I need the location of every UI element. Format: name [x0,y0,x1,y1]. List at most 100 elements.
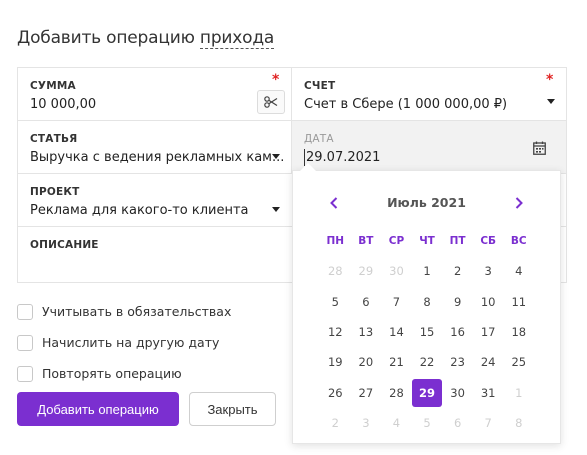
weekday-label: ЧТ [419,235,435,248]
calendar-day-selected[interactable]: 29 [412,378,443,407]
operation-type-toggle[interactable]: прихода [199,28,274,49]
chevron-down-icon [272,154,280,159]
calendar-day[interactable]: 27 [351,379,382,407]
chevron-down-icon [272,207,280,212]
weekday-label: ПТ [449,235,466,248]
calendar-day[interactable]: 18 [503,318,534,346]
calendar-day[interactable]: 7 [473,409,504,437]
weekday-label: СБ [480,235,497,248]
calendar-day[interactable]: 5 [412,409,443,437]
category-select[interactable]: СТАТЬЯ Выручка с ведения рекламных кам..… [17,120,292,174]
required-marker: * [272,72,280,88]
calendar-day[interactable]: 31 [473,379,504,407]
scissors-icon [264,96,278,108]
calendar-day[interactable]: 20 [351,348,382,376]
calendar-day[interactable]: 10 [473,288,504,316]
calendar-day[interactable]: 23 [442,348,473,376]
calendar-day[interactable]: 12 [320,318,351,346]
calendar-day[interactable]: 28 [320,257,351,285]
options-list: Учитывать в обязательствах Начислить на … [17,296,231,389]
calendar-day[interactable]: 28 [381,379,412,407]
checkbox-label: Повторять операцию [42,366,182,381]
calendar-day[interactable]: 3 [351,409,382,437]
calendar-day[interactable]: 7 [381,288,412,316]
calendar-day[interactable]: 9 [442,288,473,316]
calendar-day[interactable]: 5 [320,288,351,316]
calendar-week: 12 13 14 15 16 17 18 [320,317,534,347]
calendar-day[interactable]: 16 [442,318,473,346]
weekday-label: ВС [510,235,527,248]
weekday-row: ПН ВТ СР ЧТ ПТ СБ ВС [320,226,534,256]
calendar-week: 28 29 30 1 2 3 4 [320,256,534,286]
calendar-day[interactable]: 24 [473,348,504,376]
calendar-day[interactable]: 2 [320,409,351,437]
calendar-day[interactable]: 21 [381,348,412,376]
calendar-week: 19 20 21 22 23 24 25 [320,347,534,377]
repeat-checkbox[interactable]: Повторять операцию [17,358,231,389]
chevron-right-icon [515,197,523,209]
date-field[interactable]: ДАТА 29.07.2021 [291,120,567,174]
weekday-label: ВТ [358,235,374,248]
calendar-day[interactable]: 15 [412,318,443,346]
page-title: Добавить операцию прихода [17,28,274,49]
calendar-day[interactable]: 29 [351,257,382,285]
weekday-label: СР [388,235,405,248]
calendar-day[interactable]: 3 [473,257,504,285]
checkbox-box[interactable] [17,334,33,351]
title-prefix: Добавить операцию [17,28,195,48]
split-amount-button[interactable] [257,90,285,114]
calendar-day[interactable]: 26 [320,379,351,407]
account-select[interactable]: СЧЕТ * Счет в Сбере (1 000 000,00 ₽) [291,67,567,121]
project-label: ПРОЕКТ [30,186,80,198]
amount-label: СУММА [30,80,76,92]
calendar-grid: ПН ВТ СР ЧТ ПТ СБ ВС 28 29 30 1 2 3 4 5 6 7 8 9 10 11 12 13 14… [320,226,534,438]
calendar-week: 2345678 [320,408,534,438]
close-button[interactable]: Закрыть [189,392,276,426]
required-marker: * [546,72,554,88]
date-input[interactable]: 29.07.2021 [306,150,380,165]
calendar-day[interactable]: 30 [381,257,412,285]
next-month-button[interactable] [511,195,527,211]
account-label: СЧЕТ [304,80,336,92]
calendar-day[interactable]: 30 [442,379,473,407]
date-picker-popup: Июль 2021 ПН ВТ СР ЧТ ПТ СБ ВС 28 29 30 1 2 3 4 5 6 7 8 9… [292,170,561,444]
chevron-down-icon [547,99,555,104]
calendar-day[interactable]: 1 [412,257,443,285]
checkbox-label: Начислить на другую дату [42,335,220,350]
calendar-day[interactable]: 4 [381,409,412,437]
calendar-day[interactable]: 1 [503,379,534,407]
popup-pointer [300,163,316,171]
project-value: Реклама для какого-то клиента [30,203,249,218]
obligations-checkbox[interactable]: Учитывать в обязательствах [17,296,231,327]
project-select[interactable]: ПРОЕКТ Реклама для какого-то клиента [17,173,292,227]
checkbox-label: Учитывать в обязательствах [42,304,232,319]
date-label: ДАТА [304,133,334,145]
amount-field[interactable]: СУММА * 10 000,00 [17,67,292,121]
weekday-label: ПН [326,235,345,248]
calendar-week: 5 6 7 8 9 10 11 [320,287,534,317]
checkbox-box[interactable] [17,303,33,320]
other-date-checkbox[interactable]: Начислить на другую дату [17,327,231,358]
calendar-day[interactable]: 13 [351,318,382,346]
calendar-day[interactable]: 2 [442,257,473,285]
calendar-day[interactable]: 8 [503,409,534,437]
account-value: Счет в Сбере (1 000 000,00 ₽) [304,97,508,112]
calendar-day[interactable]: 11 [503,288,534,316]
checkbox-box[interactable] [17,365,33,382]
calendar-day[interactable]: 14 [381,318,412,346]
calendar-day[interactable]: 25 [503,348,534,376]
calendar-day[interactable]: 8 [412,288,443,316]
add-operation-button[interactable]: Добавить операцию [17,392,179,426]
amount-input[interactable]: 10 000,00 [30,97,96,112]
calendar-day[interactable]: 19 [320,348,351,376]
calendar-week: 26 27 28 29 30 31 1 [320,377,534,407]
description-label: ОПИСАНИЕ [30,239,99,251]
calendar-day[interactable]: 4 [503,257,534,285]
calendar-day[interactable]: 17 [473,318,504,346]
category-value: Выручка с ведения рекламных кам... [30,150,285,165]
calendar-day[interactable]: 6 [442,409,473,437]
category-label: СТАТЬЯ [30,133,78,145]
calendar-icon[interactable] [533,141,546,155]
calendar-day[interactable]: 6 [351,288,382,316]
calendar-day[interactable]: 22 [412,348,443,376]
